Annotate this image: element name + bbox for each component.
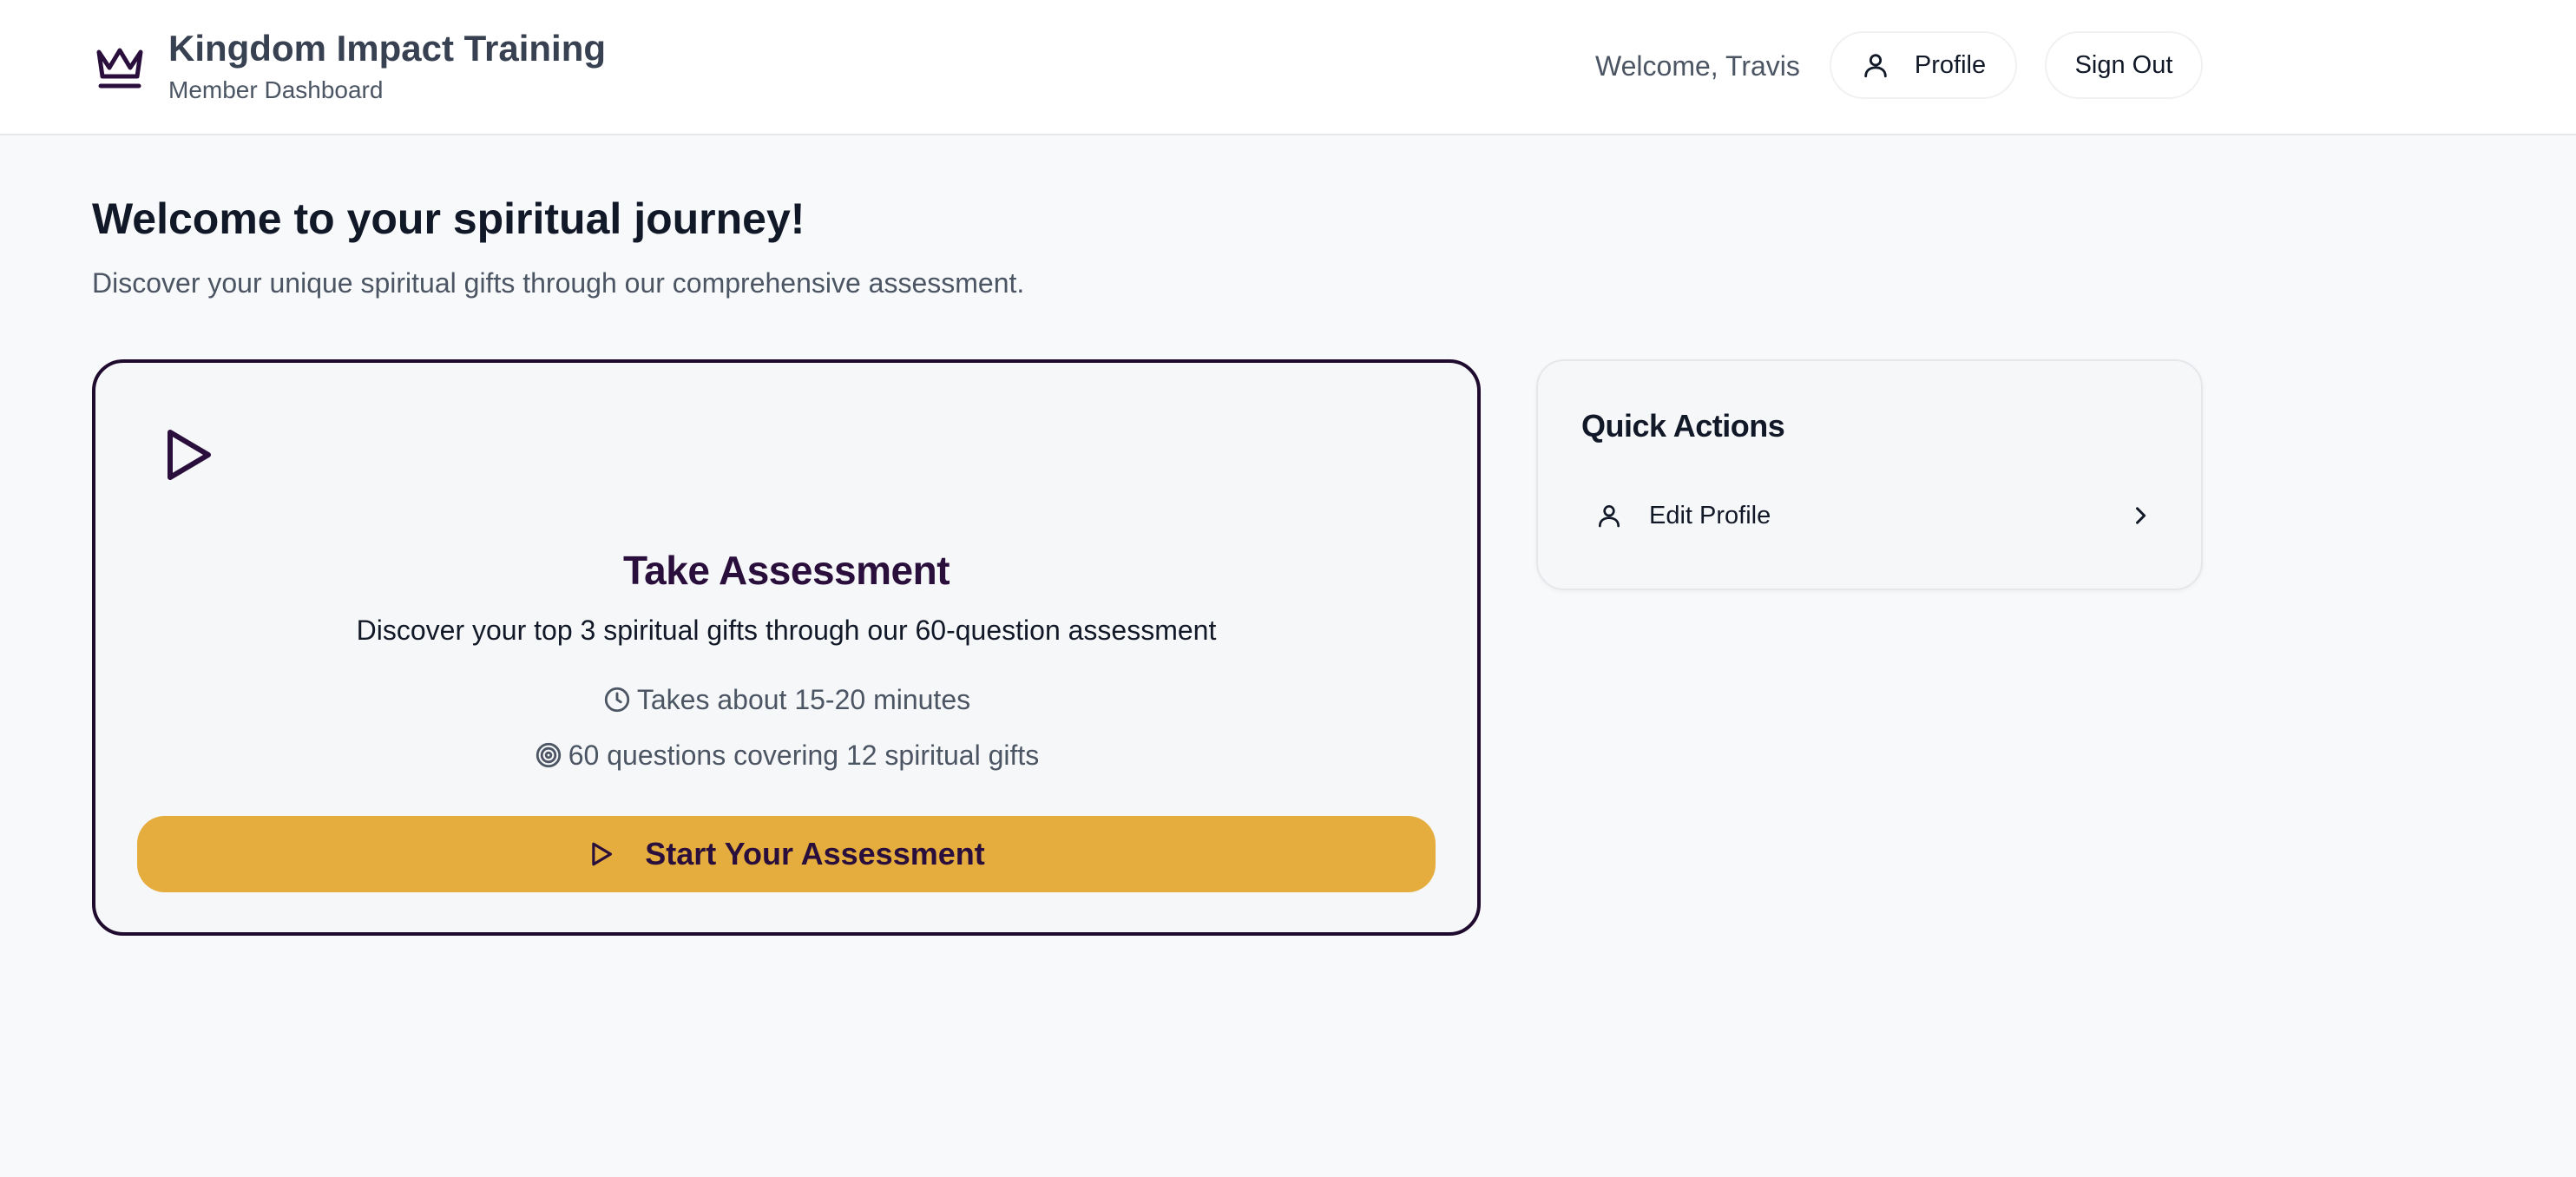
top-navbar: Kingdom Impact Training Member Dashboard… [0,0,2576,135]
quick-actions-title: Quick Actions [1581,408,1785,444]
profile-button[interactable]: Profile [1830,31,2017,99]
questions-row: 60 questions covering 12 spiritual gifts [95,738,1477,773]
profile-button-label: Profile [1914,50,1987,79]
welcome-text: Welcome, Travis [1595,50,1800,82]
crown-icon [96,48,143,89]
quick-actions-card: Quick Actions Edit Profile [1536,359,2203,590]
play-icon [168,430,211,480]
brand-subtitle: Member Dashboard [168,76,384,103]
brand-title: Kingdom Impact Training [168,28,607,69]
edit-profile-label: Edit Profile [1649,501,1771,529]
start-assessment-label: Start Your Assessment [645,836,985,871]
sign-out-button[interactable]: Sign Out [2045,31,2203,99]
assessment-card: Take Assessment Discover your top 3 spir… [92,359,1481,936]
chevron-right-icon [2136,507,2146,524]
assessment-title: Take Assessment [622,548,950,593]
user-icon [1864,54,1887,78]
questions-text: 60 questions covering 12 spiritual gifts [568,740,1040,771]
assessment-description: Discover your top 3 spiritual gifts thro… [356,615,1217,646]
edit-profile-action[interactable]: Edit Profile [1569,481,2173,550]
duration-text: Takes about 15-20 minutes [636,684,971,715]
play-icon [592,842,613,866]
clock-icon [604,687,630,713]
duration-row: Takes about 15-20 minutes [95,682,1477,717]
target-icon [536,742,561,768]
sign-out-label: Sign Out [2074,50,2173,79]
page-title: Welcome to your spiritual journey! [92,194,805,243]
start-assessment-button[interactable]: Start Your Assessment [137,816,1436,892]
page-subtitle: Discover your unique spiritual gifts thr… [92,267,1025,299]
user-icon [1599,505,1620,528]
